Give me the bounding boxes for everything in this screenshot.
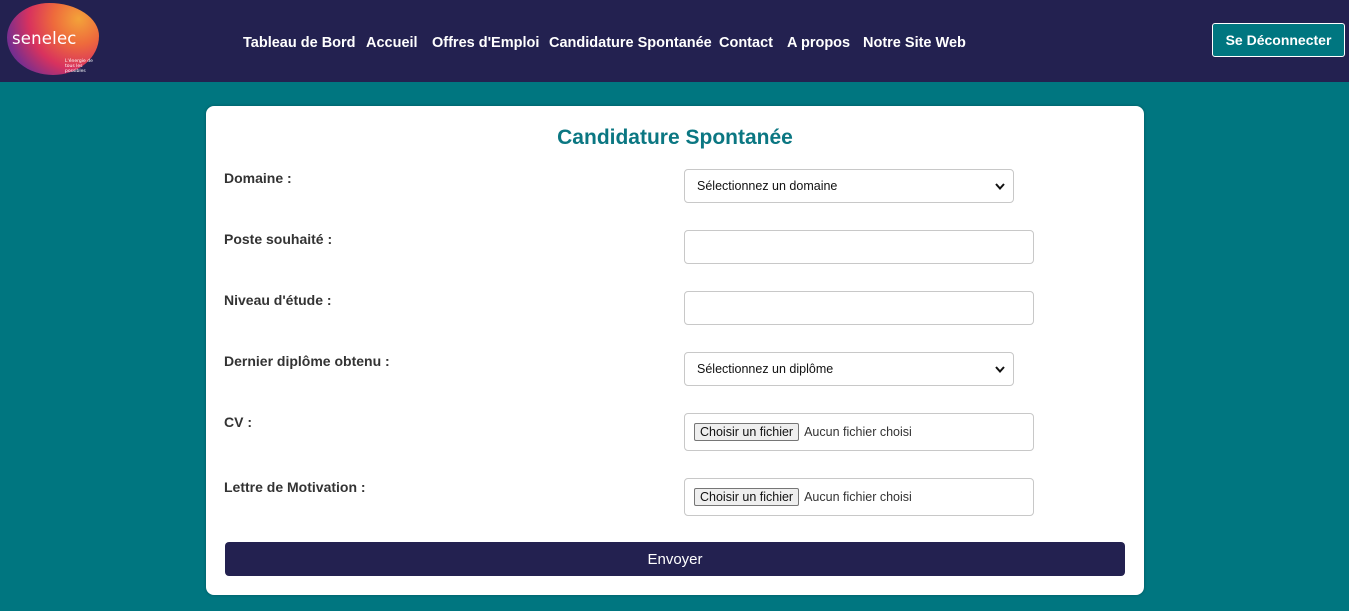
diplome-label: Dernier diplôme obtenu : (224, 353, 390, 369)
nav-link-site-web[interactable]: Notre Site Web (863, 35, 966, 51)
lettre-file-status: Aucun fichier choisi (804, 490, 912, 504)
niveau-input[interactable] (684, 291, 1034, 325)
logo-tagline: L'énergie de tous les possibles (65, 59, 93, 74)
nav-link-candidature-spontanee[interactable]: Candidature Spontanée (549, 35, 712, 51)
domaine-label: Domaine : (224, 170, 292, 186)
diplome-select-value: Sélectionnez un diplôme (697, 362, 834, 376)
lettre-choose-file-button[interactable]: Choisir un fichier (694, 488, 800, 506)
diplome-select[interactable]: Sélectionnez un diplôme (684, 352, 1014, 386)
senelec-logo[interactable]: senelec L'énergie de tous les possibles (7, 3, 99, 77)
cv-file-status: Aucun fichier choisi (804, 425, 912, 439)
niveau-label: Niveau d'étude : (224, 292, 332, 308)
nav-link-offres-emploi[interactable]: Offres d'Emploi (432, 35, 539, 51)
chevron-down-icon (995, 366, 1005, 374)
poste-label: Poste souhaité : (224, 231, 333, 247)
application-form-card: Candidature Spontanée Domaine : Sélectio… (206, 106, 1144, 595)
nav-link-a-propos[interactable]: A propos (787, 35, 850, 51)
logout-button[interactable]: Se Déconnecter (1212, 23, 1345, 57)
cv-label: CV : (224, 414, 252, 430)
logo-wordmark: senelec (12, 29, 77, 48)
lettre-file-input: Choisir un fichier Aucun fichier choisi (684, 478, 1034, 516)
chevron-down-icon (995, 183, 1005, 191)
form-title: Candidature Spontanée (557, 126, 793, 149)
domaine-select[interactable]: Sélectionnez un domaine (684, 169, 1014, 203)
top-navbar: senelec L'énergie de tous les possibles … (0, 0, 1349, 82)
domaine-select-value: Sélectionnez un domaine (697, 179, 838, 193)
poste-input[interactable] (684, 230, 1034, 264)
cv-file-input: Choisir un fichier Aucun fichier choisi (684, 413, 1034, 451)
nav-link-accueil[interactable]: Accueil (366, 35, 418, 51)
nav-link-contact[interactable]: Contact (719, 35, 773, 51)
nav-link-tableau-de-bord[interactable]: Tableau de Bord (243, 35, 356, 51)
submit-button[interactable]: Envoyer (225, 542, 1125, 576)
lettre-label: Lettre de Motivation : (224, 479, 366, 495)
cv-choose-file-button[interactable]: Choisir un fichier (694, 423, 800, 441)
